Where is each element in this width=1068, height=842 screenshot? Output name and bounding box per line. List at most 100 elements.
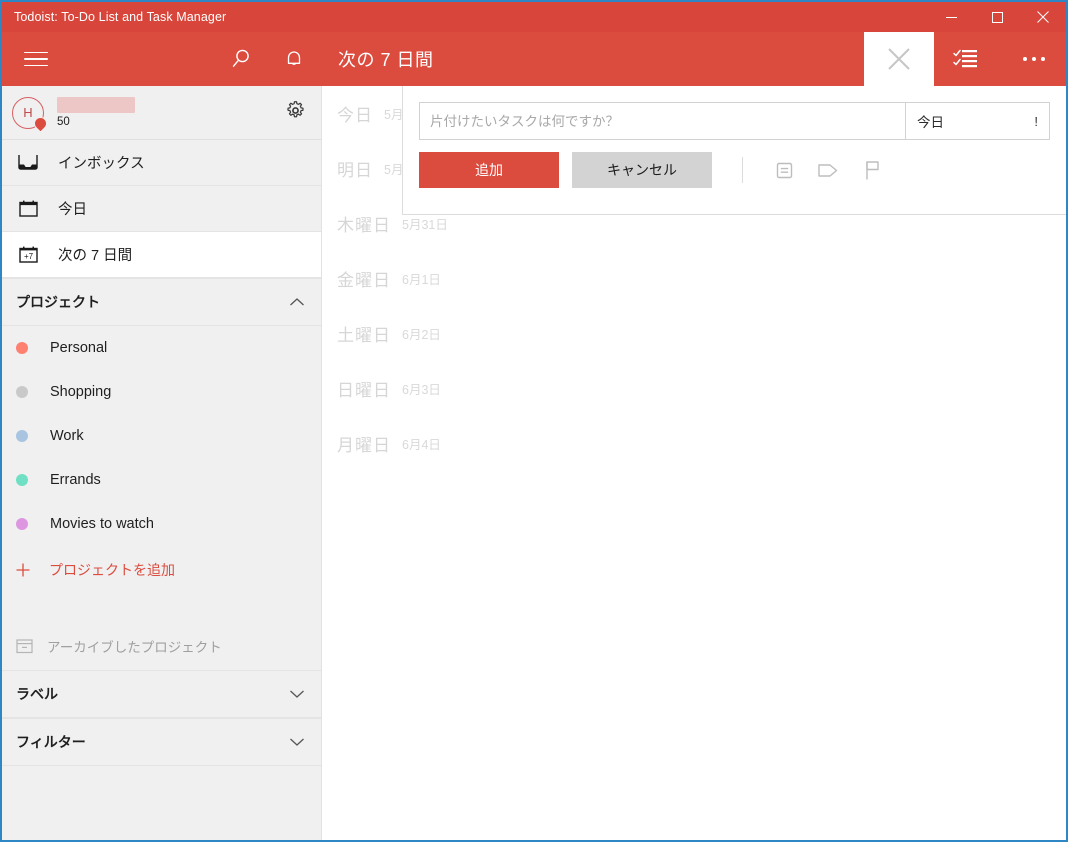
due-date-field[interactable]: 今日 ! xyxy=(905,102,1050,140)
day-section-header[interactable]: 日曜日 6月3日 xyxy=(323,361,1066,416)
add-task-close-button[interactable] xyxy=(864,32,934,86)
user-meta: 50 xyxy=(57,97,135,128)
bell-icon xyxy=(287,51,301,65)
settings-button[interactable] xyxy=(286,101,305,125)
add-task-input-row: 今日 ! xyxy=(419,102,1050,140)
labels-section-label: ラベル xyxy=(16,686,58,702)
avatar[interactable]: H xyxy=(12,96,50,133)
sidebar-item-next-7-days[interactable]: +7 次の 7 日間 xyxy=(2,232,321,278)
day-date: 6月2日 xyxy=(402,328,441,342)
cancel-button[interactable]: キャンセル xyxy=(572,152,712,188)
menu-button[interactable] xyxy=(10,32,62,86)
project-color-dot xyxy=(16,518,28,530)
projects-section-header[interactable]: プロジェクト xyxy=(2,278,321,326)
svg-text:+7: +7 xyxy=(23,252,33,261)
add-project-button[interactable]: プロジェクトを追加 xyxy=(2,546,321,594)
label-tag-icon[interactable] xyxy=(806,155,850,185)
project-color-dot xyxy=(16,386,28,398)
archived-projects-label: アーカイブしたプロジェクト xyxy=(47,640,222,655)
minimize-button[interactable] xyxy=(928,2,974,32)
day-section-header[interactable]: 月曜日 6月4日 xyxy=(323,416,1066,471)
close-button[interactable] xyxy=(1020,2,1066,32)
list-item[interactable]: Work xyxy=(2,414,321,458)
plus-icon xyxy=(16,563,30,577)
list-item[interactable]: Movies to watch xyxy=(2,502,321,546)
search-button[interactable] xyxy=(216,32,266,86)
task-name-input[interactable] xyxy=(419,102,905,140)
add-project-label: プロジェクトを追加 xyxy=(49,562,175,578)
labels-section-header[interactable]: ラベル xyxy=(2,670,321,718)
day-name: 日曜日 xyxy=(337,381,391,400)
day-name: 月曜日 xyxy=(337,436,391,455)
page-title: 次の 7 日間 xyxy=(338,50,434,70)
project-label: Work xyxy=(50,428,84,444)
add-task-actions: 追加 キャンセル xyxy=(419,152,1050,188)
day-name: 木曜日 xyxy=(337,216,391,235)
close-icon xyxy=(1037,11,1049,23)
day-date: 5月31日 xyxy=(402,218,448,232)
project-color-dot xyxy=(16,430,28,442)
day-section-header[interactable]: 金曜日 6月1日 xyxy=(323,251,1066,306)
maximize-button[interactable] xyxy=(974,2,1020,32)
project-label: Movies to watch xyxy=(50,516,154,532)
list-item[interactable]: Shopping xyxy=(2,370,321,414)
close-icon xyxy=(888,48,910,70)
add-task-button[interactable]: 追加 xyxy=(419,152,559,188)
user-profile-row[interactable]: H 50 xyxy=(2,86,321,140)
more-options-button[interactable] xyxy=(1008,32,1060,86)
chevron-down-icon[interactable] xyxy=(289,734,305,750)
sidebar-item-label: 次の 7 日間 xyxy=(58,248,133,264)
inbox-icon xyxy=(14,152,42,174)
minimize-icon xyxy=(945,16,957,18)
more-options-icon xyxy=(1023,57,1045,61)
search-icon xyxy=(232,49,249,67)
day-name: 金曜日 xyxy=(337,271,391,290)
sidebar-item-inbox[interactable]: インボックス xyxy=(2,140,321,186)
sidebar: H 50 インボックス 今日 +7 次の 7 日間 プロジェクト Persona… xyxy=(2,86,322,840)
day-name: 土曜日 xyxy=(337,326,391,345)
projects-section-label: プロジェクト xyxy=(16,294,100,310)
project-color-dot xyxy=(16,474,28,486)
chevron-up-icon[interactable] xyxy=(289,294,305,310)
karma-points: 50 xyxy=(57,116,70,128)
divider xyxy=(742,157,743,183)
chevron-down-icon[interactable] xyxy=(289,686,305,702)
project-label: Shopping xyxy=(50,384,112,400)
app-window: Todoist: To-Do List and Task Manager 次の … xyxy=(0,0,1068,842)
list-item[interactable]: Errands xyxy=(2,458,321,502)
project-label: Personal xyxy=(50,340,108,356)
archived-projects-button[interactable]: アーカイブしたプロジェクト xyxy=(2,622,321,670)
project-label: Errands xyxy=(50,472,101,488)
add-task-panel-body: 今日 ! 追加 キャンセル xyxy=(403,86,1066,188)
archive-icon xyxy=(16,638,33,654)
title-bar: Todoist: To-Do List and Task Manager xyxy=(2,2,1066,32)
notifications-button[interactable] xyxy=(269,32,319,86)
filters-section-label: フィルター xyxy=(16,734,86,750)
flag-priority-icon[interactable] xyxy=(850,155,894,185)
sidebar-item-label: インボックス xyxy=(58,156,145,172)
due-date-value: 今日 xyxy=(917,115,944,130)
list-item[interactable]: Personal xyxy=(2,326,321,370)
note-icon[interactable] xyxy=(762,155,806,185)
maximize-icon xyxy=(991,11,1003,23)
sidebar-item-label: 今日 xyxy=(58,202,87,218)
priority-indicator[interactable]: ! xyxy=(1034,114,1038,129)
gear-icon xyxy=(287,101,304,118)
calendar-plus7-icon: +7 xyxy=(14,244,42,266)
day-date: 6月3日 xyxy=(402,383,441,397)
window-title: Todoist: To-Do List and Task Manager xyxy=(14,10,227,24)
add-task-panel: 今日 ! 追加 キャンセル xyxy=(402,86,1066,215)
calendar-today-icon xyxy=(14,198,42,220)
day-name: 明日 xyxy=(337,161,373,180)
project-color-dot xyxy=(16,342,28,354)
day-date: 6月1日 xyxy=(402,273,441,287)
day-date: 6月4日 xyxy=(402,438,441,452)
productivity-button[interactable] xyxy=(940,32,992,86)
checklist-icon xyxy=(953,49,977,68)
sidebar-item-today[interactable]: 今日 xyxy=(2,186,321,232)
day-section-header[interactable]: 土曜日 6月2日 xyxy=(323,306,1066,361)
day-name: 今日 xyxy=(337,106,373,125)
user-name xyxy=(57,97,135,113)
hamburger-menu-icon xyxy=(24,47,48,72)
filters-section-header[interactable]: フィルター xyxy=(2,718,321,766)
